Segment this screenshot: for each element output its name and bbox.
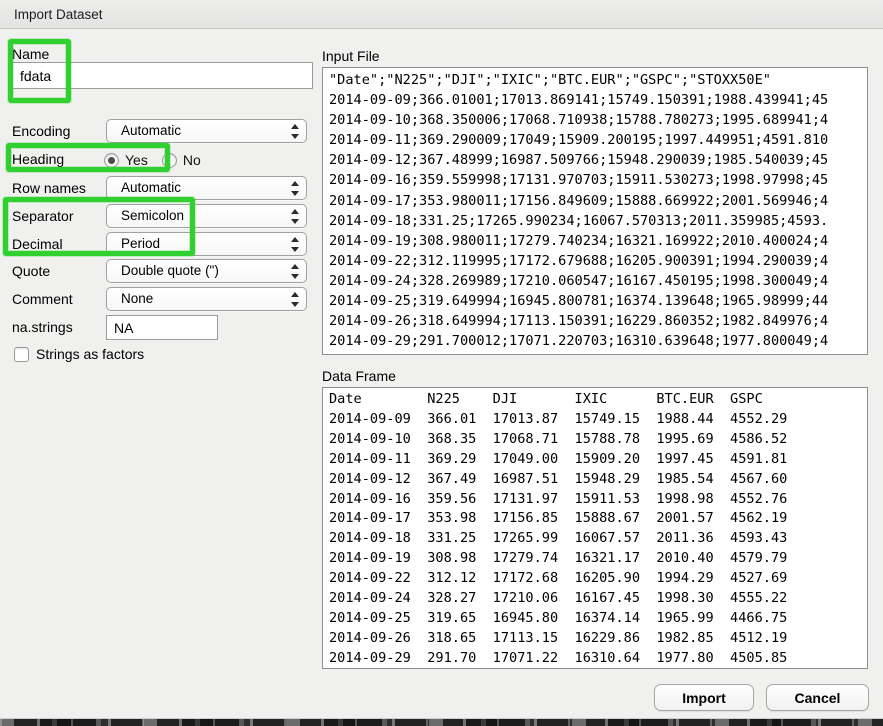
data-frame-row: 2014-09-29 291.70 17071.22 16310.64 1977… xyxy=(329,649,867,669)
separator-label: Separator xyxy=(12,204,73,228)
row-names-row: Row names Automatic xyxy=(0,176,320,202)
heading-row: Heading Yes No xyxy=(0,147,320,173)
cancel-button[interactable]: Cancel xyxy=(766,684,869,711)
heading-radio-no[interactable] xyxy=(162,153,177,168)
input-file-line: 2014-09-24;328.269989;17210.060547;16167… xyxy=(329,271,867,291)
data-frame-row: 2014-09-17 353.98 17156.85 15888.67 2001… xyxy=(329,509,867,529)
encoding-label: Encoding xyxy=(12,119,70,143)
separator-dropdown[interactable]: Semicolon xyxy=(106,204,307,228)
comment-value: None xyxy=(121,288,153,310)
quote-label: Quote xyxy=(12,259,50,283)
stepper-arrows-icon xyxy=(290,181,299,196)
import-dataset-dialog: Import Dataset Name Encoding Automatic H… xyxy=(0,0,883,726)
na-strings-label: na.strings xyxy=(12,315,73,339)
stepper-arrows-icon xyxy=(290,237,299,252)
data-frame-row: 2014-09-26 318.65 17113.15 16229.86 1982… xyxy=(329,629,867,649)
encoding-dropdown[interactable]: Automatic xyxy=(106,119,307,143)
dialog-titlebar: Import Dataset xyxy=(0,0,883,29)
encoding-row: Encoding Automatic xyxy=(0,119,320,145)
input-file-line: 2014-09-25;319.649994;16945.800781;16374… xyxy=(329,291,867,311)
data-frame-row: 2014-09-18 331.25 17265.99 16067.57 2011… xyxy=(329,529,867,549)
data-frame-row: 2014-09-12 367.49 16987.51 15948.29 1985… xyxy=(329,470,867,490)
input-file-line: 2014-09-19;308.980011;17279.740234;16321… xyxy=(329,231,867,251)
background-window-strip xyxy=(0,718,883,726)
input-file-line: 2014-09-29;291.700012;17071.220703;16310… xyxy=(329,331,867,351)
input-file-line: 2014-09-12;367.48999;16987.509766;15948.… xyxy=(329,150,867,170)
radio-dot-icon xyxy=(108,157,115,164)
data-frame-header-row: Date N225 DJI IXIC BTC.EUR GSPC xyxy=(329,390,867,410)
data-frame-row: 2014-09-25 319.65 16945.80 16374.14 1965… xyxy=(329,609,867,629)
name-input[interactable] xyxy=(12,62,313,89)
comment-dropdown[interactable]: None xyxy=(106,287,307,311)
decimal-value: Period xyxy=(121,233,160,255)
heading-label: Heading xyxy=(12,147,64,171)
data-frame-row: 2014-09-10 368.35 17068.71 15788.78 1995… xyxy=(329,430,867,450)
input-file-label: Input File xyxy=(322,48,380,64)
na-strings-input[interactable] xyxy=(106,315,218,340)
input-file-line: 2014-09-10;368.350006;17068.710938;15788… xyxy=(329,110,867,130)
data-frame-row: 2014-09-22 312.12 17172.68 16205.90 1994… xyxy=(329,569,867,589)
strings-as-factors-checkbox[interactable] xyxy=(14,347,29,362)
quote-row: Quote Double quote (") xyxy=(0,259,320,285)
separator-row: Separator Semicolon xyxy=(0,204,320,230)
stepper-arrows-icon xyxy=(290,124,299,139)
stepper-arrows-icon xyxy=(290,209,299,224)
dialog-title: Import Dataset xyxy=(14,7,103,22)
na-strings-row: na.strings xyxy=(0,315,320,341)
comment-row: Comment None xyxy=(0,287,320,313)
data-frame-row: 2014-09-19 308.98 17279.74 16321.17 2010… xyxy=(329,549,867,569)
row-names-label: Row names xyxy=(12,176,86,200)
strings-as-factors-row: Strings as factors xyxy=(0,342,320,368)
decimal-label: Decimal xyxy=(12,232,63,256)
input-file-line: 2014-09-18;331.25;17265.990234;16067.570… xyxy=(329,211,867,231)
input-file-preview[interactable]: "Date";"N225";"DJI";"IXIC";"BTC.EUR";"GS… xyxy=(322,67,868,355)
row-names-value: Automatic xyxy=(121,177,181,199)
data-frame-row: 2014-09-09 366.01 17013.87 15749.15 1988… xyxy=(329,410,867,430)
strings-as-factors-label: Strings as factors xyxy=(36,342,144,366)
input-file-line: 2014-09-11;369.290009;17049;15909.200195… xyxy=(329,130,867,150)
encoding-value: Automatic xyxy=(121,120,181,142)
stepper-arrows-icon xyxy=(290,292,299,307)
decimal-row: Decimal Period xyxy=(0,232,320,258)
import-button[interactable]: Import xyxy=(654,684,754,711)
data-frame-label: Data Frame xyxy=(322,368,396,384)
decimal-dropdown[interactable]: Period xyxy=(106,232,307,256)
input-file-line: 2014-09-22;312.119995;17172.679688;16205… xyxy=(329,251,867,271)
input-file-line: "Date";"N225";"DJI";"IXIC";"BTC.EUR";"GS… xyxy=(329,70,867,90)
row-names-dropdown[interactable]: Automatic xyxy=(106,176,307,200)
input-file-line: 2014-09-16;359.559998;17131.970703;15911… xyxy=(329,170,867,190)
data-frame-preview[interactable]: Date N225 DJI IXIC BTC.EUR GSPC 2014-09-… xyxy=(322,387,868,669)
input-file-line: 2014-09-26;318.649994;17113.150391;16229… xyxy=(329,311,867,331)
quote-dropdown[interactable]: Double quote (") xyxy=(106,259,307,283)
input-file-line: 2014-09-09;366.01001;17013.869141;15749.… xyxy=(329,90,867,110)
heading-radio-group: Yes No xyxy=(104,147,215,173)
data-frame-row: 2014-09-16 359.56 17131.97 15911.53 1998… xyxy=(329,490,867,510)
separator-value: Semicolon xyxy=(121,205,184,227)
heading-radio-yes[interactable] xyxy=(104,153,119,168)
stepper-arrows-icon xyxy=(290,264,299,279)
heading-radio-label: Yes xyxy=(125,152,148,168)
heading-radio-label: No xyxy=(183,152,201,168)
data-frame-row: 2014-09-24 328.27 17210.06 16167.45 1998… xyxy=(329,589,867,609)
quote-value: Double quote (") xyxy=(121,260,219,282)
data-frame-row: 2014-09-11 369.29 17049.00 15909.20 1997… xyxy=(329,450,867,470)
comment-label: Comment xyxy=(12,287,73,311)
input-file-line: 2014-09-17;353.980011;17156.849609;15888… xyxy=(329,191,867,211)
